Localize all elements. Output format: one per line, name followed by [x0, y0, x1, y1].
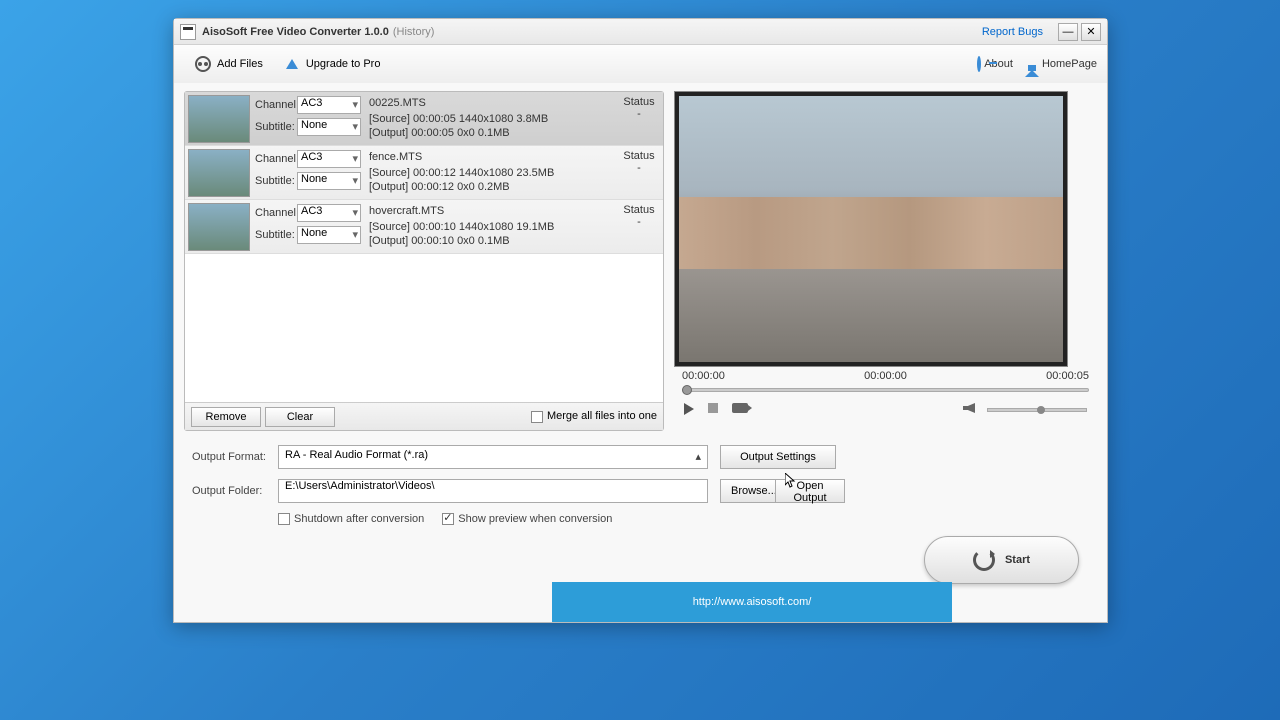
file-meta: Channel:AC3Subtitle:None	[253, 146, 363, 199]
subtitle-select[interactable]: None	[297, 226, 361, 244]
file-details: 00225.MTS [Source] 00:00:05 1440x1080 3.8…	[363, 92, 615, 145]
about-link[interactable]: About	[977, 58, 1013, 70]
subtitle-select[interactable]: None	[297, 172, 361, 190]
channel-label: Channel:	[255, 153, 297, 165]
subtitle-label: Subtitle:	[255, 121, 297, 133]
file-output: [Output] 00:00:12 0x0 0.2MB	[369, 180, 609, 194]
file-name: hovercraft.MTS	[369, 204, 609, 218]
file-name: 00225.MTS	[369, 96, 609, 110]
add-files-label: Add Files	[217, 58, 263, 70]
file-source: [Source] 00:00:10 1440x1080 19.1MB	[369, 220, 609, 234]
file-source: [Source] 00:00:12 1440x1080 23.5MB	[369, 166, 609, 180]
file-thumbnail	[188, 203, 250, 251]
upgrade-label: Upgrade to Pro	[306, 58, 381, 70]
channel-select[interactable]: AC3	[297, 204, 361, 222]
output-settings-button[interactable]: Output Settings	[720, 445, 836, 469]
time-mid: 00:00:00	[864, 370, 907, 382]
video-preview[interactable]	[679, 96, 1063, 362]
file-output: [Output] 00:00:10 0x0 0.1MB	[369, 234, 609, 248]
output-format-combo[interactable]: RA - Real Audio Format (*.ra)	[278, 445, 708, 469]
close-button[interactable]: ✕	[1081, 23, 1101, 41]
video-frame	[674, 91, 1068, 367]
refresh-icon	[973, 549, 995, 571]
app-title: AisoSoft Free Video Converter 1.0.0	[202, 26, 389, 38]
file-name: fence.MTS	[369, 150, 609, 164]
play-button[interactable]	[684, 403, 700, 417]
file-toolbar: Remove Clear Merge all files into one	[185, 402, 663, 430]
snapshot-button[interactable]	[732, 403, 748, 417]
subtitle-select[interactable]: None	[297, 118, 361, 136]
playback-controls	[674, 397, 1097, 423]
channel-label: Channel:	[255, 207, 297, 219]
stop-button[interactable]	[708, 403, 724, 417]
app-window: AisoSoft Free Video Converter 1.0.0 (His…	[173, 18, 1108, 623]
about-label: About	[984, 58, 1013, 70]
file-thumbnail	[188, 95, 250, 143]
subtitle-label: Subtitle:	[255, 175, 297, 187]
homepage-link[interactable]: HomePage	[1025, 58, 1097, 70]
preview-panel: 00:00:00 00:00:00 00:00:05	[674, 91, 1097, 431]
conversion-options: Shutdown after conversion Show preview w…	[192, 513, 1089, 525]
remove-button[interactable]: Remove	[191, 407, 261, 427]
file-details: hovercraft.MTS [Source] 00:00:10 1440x108…	[363, 200, 615, 253]
clear-button[interactable]: Clear	[265, 407, 335, 427]
upgrade-icon	[283, 55, 301, 73]
file-status: Status-	[615, 146, 663, 199]
file-row[interactable]: Channel:AC3Subtitle:None fence.MTS [Source…	[185, 146, 663, 200]
start-button[interactable]: Start	[924, 536, 1079, 584]
channel-select[interactable]: AC3	[297, 96, 361, 114]
toolbar: Add Files Upgrade to Pro About HomePage	[174, 45, 1107, 83]
banner: http://www.aisosoft.com/	[552, 582, 952, 622]
output-folder-input[interactable]: E:\Users\Administrator\Videos\	[278, 479, 708, 503]
volume-icon[interactable]	[963, 403, 979, 417]
seek-slider[interactable]	[682, 385, 1089, 397]
file-thumbnail	[188, 149, 250, 197]
file-meta: Channel:AC3Subtitle:None	[253, 200, 363, 253]
minimize-button[interactable]: —	[1058, 23, 1078, 41]
time-current: 00:00:00	[682, 370, 725, 382]
subtitle-label: Subtitle:	[255, 229, 297, 241]
file-row[interactable]: Channel:AC3Subtitle:None hovercraft.MTS [S…	[185, 200, 663, 254]
file-details: fence.MTS [Source] 00:00:12 1440x1080 23.…	[363, 146, 615, 199]
file-status: Status-	[615, 200, 663, 253]
output-format-label: Output Format:	[192, 451, 278, 463]
file-source: [Source] 00:00:05 1440x1080 3.8MB	[369, 112, 609, 126]
add-files-button[interactable]: Add Files	[184, 51, 273, 77]
file-meta: Channel:AC3Subtitle:None	[253, 92, 363, 145]
home-icon	[1025, 58, 1039, 70]
time-bar: 00:00:00 00:00:00 00:00:05	[674, 367, 1097, 385]
file-panel: Channel:AC3Subtitle:None00225.MTS[Source…	[184, 91, 664, 431]
upgrade-button[interactable]: Upgrade to Pro	[273, 51, 391, 77]
content-area: Channel:AC3Subtitle:None00225.MTS[Source…	[174, 83, 1107, 435]
homepage-label: HomePage	[1042, 58, 1097, 70]
app-icon	[180, 24, 196, 40]
shutdown-checkbox[interactable]: Shutdown after conversion	[278, 513, 424, 525]
history-link[interactable]: (History)	[393, 26, 435, 38]
file-list: Channel:AC3Subtitle:None00225.MTS[Source…	[185, 92, 663, 402]
volume-slider[interactable]	[987, 408, 1087, 412]
file-status: Status-	[615, 92, 663, 145]
channel-select[interactable]: AC3	[297, 150, 361, 168]
browse-button[interactable]: Browse...	[720, 479, 776, 503]
merge-checkbox[interactable]: Merge all files into one	[531, 410, 657, 422]
bottom-panel: Output Format: RA - Real Audio Format (*…	[174, 435, 1107, 535]
titlebar: AisoSoft Free Video Converter 1.0.0 (His…	[174, 19, 1107, 45]
key-icon	[977, 58, 981, 70]
open-output-button[interactable]: Open Output	[775, 479, 845, 503]
film-icon	[194, 55, 212, 73]
output-folder-label: Output Folder:	[192, 485, 278, 497]
channel-label: Channel:	[255, 99, 297, 111]
file-output: [Output] 00:00:05 0x0 0.1MB	[369, 126, 609, 140]
report-bugs-link[interactable]: Report Bugs	[982, 26, 1043, 38]
time-total: 00:00:05	[1046, 370, 1089, 382]
file-row[interactable]: Channel:AC3Subtitle:None 00225.MTS [Source…	[185, 92, 663, 146]
preview-checkbox[interactable]: Show preview when conversion	[442, 513, 612, 525]
